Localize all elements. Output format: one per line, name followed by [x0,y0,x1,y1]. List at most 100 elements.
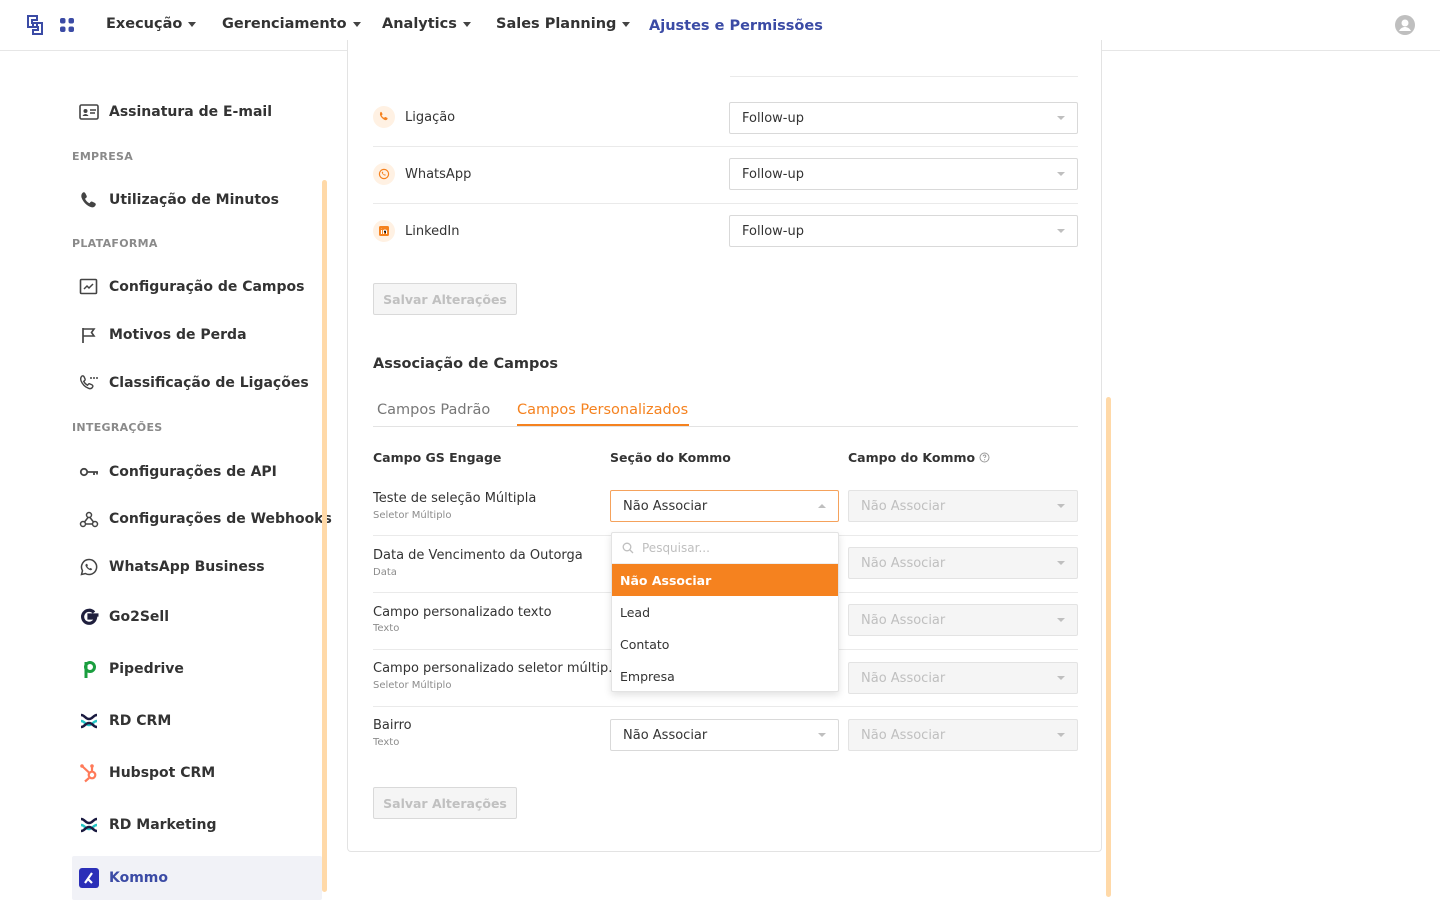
nav-sales-planning-label: Sales Planning [496,16,617,32]
sidebar-item-minutes[interactable]: Utilização de Minutos [72,179,322,221]
column-header-gs-engage: Campo GS Engage [373,450,501,465]
help-circle-icon[interactable] [979,452,990,463]
sidebar-item-webhooks-config[interactable]: Configurações de Webhooks [72,498,332,540]
field-name: Campo personalizado texto [373,605,552,620]
sidebar-item-hubspot[interactable]: Hubspot CRM [72,752,322,794]
nav-analytics[interactable]: Analytics [382,16,471,32]
sidebar-item-call-classification[interactable]: Classificação de Ligações [72,362,322,404]
sidebar-item-whatsapp-business[interactable]: WhatsApp Business [72,546,322,588]
dropdown-option-nao-associar[interactable]: Não Associar [612,564,838,596]
kommo-field-select[interactable]: Não Associar [848,547,1078,579]
column-header-field: Campo do Kommo [848,450,990,465]
linkedin-icon [373,220,395,242]
sidebar-item-api-config[interactable]: Configurações de API [72,451,322,493]
sidebar-item-kommo[interactable]: Kommo [72,856,322,900]
sidebar-item-label: Kommo [109,870,169,886]
select-value: Não Associar [861,727,946,743]
sidebar-item-email-signature[interactable]: Assinatura de E-mail [72,91,322,133]
field-name: Campo personalizado seletor múltip... [373,661,621,676]
chevron-up-icon [818,504,826,508]
chevron-down-icon [1057,618,1065,622]
sidebar-item-rd-marketing[interactable]: RD Marketing [72,804,322,846]
row-divider [373,203,1078,204]
sidebar-item-label: RD Marketing [109,817,217,833]
ligacao-select[interactable]: Follow-up [729,102,1078,134]
chevron-down-icon [1057,561,1065,565]
nav-ajustes-label: Ajustes e Permissões [649,18,823,34]
phone-icon [373,106,395,128]
dropdown-option-contato[interactable]: Contato [612,628,838,660]
sidebar-item-label: Motivos de Perda [109,327,247,343]
flag-icon [82,328,96,343]
field-type: Data [373,567,397,578]
field-name: Teste de seleção Múltipla [373,491,537,506]
nav-gerenciamento[interactable]: Gerenciamento [222,16,361,32]
kommo-section-select[interactable]: Não Associar [610,719,839,751]
select-value: Follow-up [742,166,804,182]
dropdown-search[interactable]: Pesquisar... [612,533,838,564]
sidebar-item-loss-reasons[interactable]: Motivos de Perda [72,314,322,356]
hubspot-logo-icon [80,764,97,783]
kommo-field-select[interactable]: Não Associar [848,719,1078,751]
chevron-down-icon [1057,733,1065,737]
section-plataforma-heading: PLATAFORMA [72,237,158,250]
linkedin-select[interactable]: Follow-up [729,215,1078,247]
chevron-down-icon [1057,116,1065,120]
select-value: Não Associar [861,555,946,571]
nav-execucao-label: Execução [106,16,183,32]
kommo-field-select[interactable]: Não Associar [848,662,1078,694]
sidebar-item-label: Classificação de Ligações [109,375,309,391]
kommo-field-select[interactable]: Não Associar [848,604,1078,636]
nav-sales-planning[interactable]: Sales Planning [496,16,631,32]
apps-grid-icon[interactable] [59,17,75,33]
go2sell-logo-icon [81,608,99,625]
gs-logo-icon[interactable] [26,14,44,36]
chevron-down-icon [188,21,197,27]
sidebar-item-go2sell[interactable]: Go2Sell [72,596,322,638]
select-value: Não Associar [861,612,946,628]
sidebar-item-label: Go2Sell [109,609,170,625]
sidebar-item-label: Configurações de Webhooks [109,511,332,527]
chevron-down-icon [352,21,361,27]
save-changes-button[interactable]: Salvar Alterações [373,283,517,315]
channel-label: LinkedIn [405,223,460,239]
row-divider [373,146,1078,147]
chevron-down-icon [622,21,631,27]
section-title: Associação de Campos [373,356,558,372]
select-value: Follow-up [742,110,804,126]
select-value: Não Associar [861,670,946,686]
nav-ajustes-permissoes[interactable]: Ajustes e Permissões [649,18,823,34]
field-type: Seletor Múltiplo [373,510,452,521]
pipedrive-logo-icon [84,661,96,678]
sidebar-item-fields-config[interactable]: Configuração de Campos [72,266,322,308]
whatsapp-icon [80,558,98,576]
save-changes-button[interactable]: Salvar Alterações [373,787,517,819]
search-placeholder: Pesquisar... [642,541,710,555]
user-avatar-icon[interactable] [1395,15,1415,35]
key-icon [79,467,98,477]
main-scrollbar[interactable] [1106,397,1111,897]
dropdown-option-empresa[interactable]: Empresa [612,660,838,692]
column-header-section: Seção do Kommo [610,450,731,465]
id-card-icon [79,104,99,120]
tab-campos-personalizados[interactable]: Campos Personalizados [517,402,688,418]
row-divider [373,706,1078,707]
channel-linkedin: LinkedIn [373,220,459,242]
whatsapp-icon [373,163,395,185]
channel-label: Ligação [405,109,456,125]
kommo-field-select[interactable]: Não Associar [848,490,1078,522]
rd-station-logo-icon [80,713,98,729]
sidebar-item-pipedrive[interactable]: Pipedrive [72,648,322,690]
column-header-label: Seção do Kommo [610,450,731,465]
whatsapp-select[interactable]: Follow-up [729,158,1078,190]
sidebar-scrollbar[interactable] [322,180,327,892]
chevron-down-icon [818,733,826,737]
sidebar-item-label: Hubspot CRM [109,765,216,781]
phone-dots-icon [80,375,98,390]
dropdown-option-lead[interactable]: Lead [612,596,838,628]
sidebar-item-rd-crm[interactable]: RD CRM [72,700,322,742]
nav-execucao[interactable]: Execução [106,16,197,32]
tab-campos-padrao[interactable]: Campos Padrão [377,402,490,418]
sidebar-item-label: Configurações de API [109,464,277,480]
kommo-section-select[interactable]: Não Associar [610,490,839,522]
